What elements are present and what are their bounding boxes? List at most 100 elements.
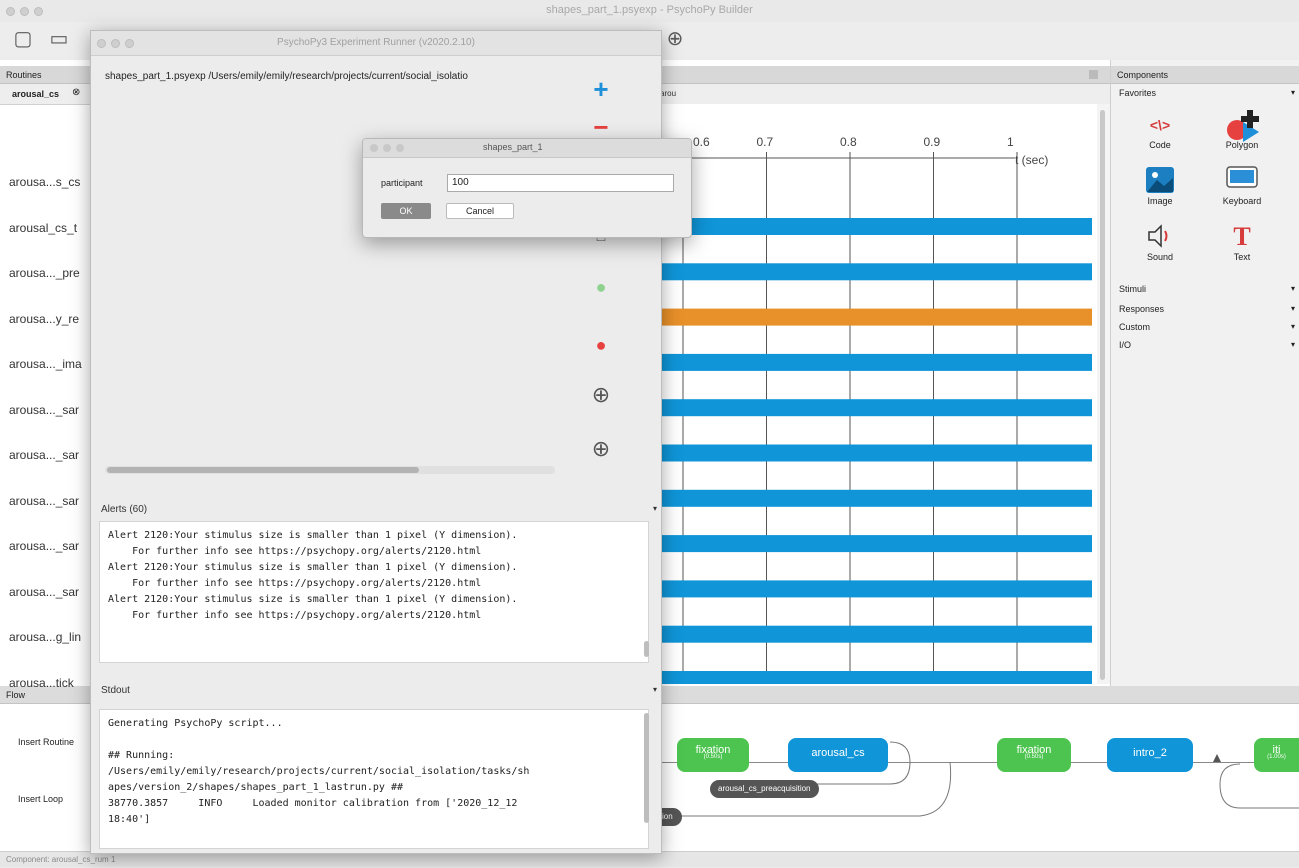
component-duration-bar[interactable] [661,218,1092,235]
component-duration-bar[interactable] [661,625,1092,643]
flow-loop-label[interactable]: arousal_cs_preacquisition [710,780,819,798]
tab-close-icon[interactable]: ⊗ [72,87,80,98]
stdout-line: Generating PsychoPy script... [108,718,283,729]
stdout-collapse-icon[interactable]: ▾ [653,685,657,694]
flow-routine-fixation[interactable]: fixation (0.50s) [677,738,749,772]
category-custom[interactable]: Custom ▾ [1119,322,1295,332]
runner-titlebar: PsychoPy3 Experiment Runner (v2020.2.10) [91,31,661,56]
stdout-line: 38770.3857 INFO Loaded monitor calibrati… [108,798,518,809]
timeline-scrollbar[interactable] [1097,104,1110,684]
timeline-unit-label: t (sec) [1015,153,1048,167]
routine-component-label[interactable]: arousa..._sar [9,585,79,599]
alerts-output[interactable]: Alert 2120:Your stimulus size is smaller… [99,521,649,663]
stdout-line: /Users/emily/emily/research/projects/cur… [108,766,530,777]
component-duration-bar[interactable] [661,353,1092,371]
component-duration-bar[interactable] [661,580,1092,598]
routine-component-label[interactable]: arousa..._pre [9,266,80,280]
component-duration-bar[interactable] [661,489,1092,507]
alerts-collapse-icon[interactable]: ▾ [653,504,657,513]
main-titlebar: shapes_part_1.psyexp - PsychoPy Builder [0,0,1299,22]
flow-routine-iti[interactable]: iti (1.00s) [1254,738,1299,772]
alert-line: For further info see https://psychopy.or… [108,610,482,621]
category-responses[interactable]: Responses ▾ [1119,304,1295,314]
code-icon: <\> [1149,117,1171,133]
insert-routine-button[interactable]: Insert Routine [18,737,74,747]
flow-routine-fixation-2[interactable]: fixation (0.50s) [997,738,1071,772]
component-duration-bar[interactable] [661,444,1092,462]
image-component[interactable]: Image [1125,166,1195,206]
stdout-output[interactable]: Generating PsychoPy script... ## Running… [99,709,649,849]
timeline-graphic: 0.6 0.7 0.8 0.9 1t (sec) [661,135,1092,684]
cancel-button[interactable]: Cancel [446,203,514,219]
flow-routine-arousal-cs[interactable]: arousal_cs [788,738,888,772]
run-online-globe-icon[interactable]: ⊕ [589,383,613,407]
panel-toggle-icon[interactable] [1089,70,1098,79]
component-duration-bar[interactable] [661,535,1092,553]
dialog-titlebar: shapes_part_1 [363,139,691,158]
favorites-arrow-icon[interactable]: ▾ [1291,88,1295,97]
timeline-tick-label: 1 [1007,135,1014,149]
chevron-down-icon: ▾ [1290,304,1295,313]
sound-component[interactable]: Sound [1125,222,1195,262]
flow-routine-duration: (0.50s) [1024,754,1044,760]
minimize-dialog-button[interactable] [383,144,391,152]
tab-arousal-cs-preacquisition[interactable]: arousal_cs_preacquisition [660,89,676,98]
category-stimuli[interactable]: Stimuli ▾ [1119,284,1295,294]
component-duration-bar[interactable] [661,263,1092,281]
category-io[interactable]: I/O ▾ [1119,340,1295,350]
insert-loop-button[interactable]: Insert Loop [18,794,63,804]
runner-horizontal-scrollbar[interactable] [105,466,555,474]
ok-button[interactable]: OK [381,203,431,219]
routine-component-label[interactable]: arousa..._sar [9,403,79,417]
dialog-title: shapes_part_1 [483,142,543,152]
stdout-scroll-thumb[interactable] [644,713,649,823]
flow-routine-intro-2[interactable]: intro_2 [1107,738,1193,772]
alerts-scroll-thumb[interactable] [644,641,649,657]
text-component[interactable]: T Text [1207,222,1277,262]
close-dialog-button[interactable] [370,144,378,152]
flow-loops [670,741,1299,817]
stdout-line: apes/version_2/shapes/shapes_part_1_last… [108,782,404,793]
alert-line: Alert 2120:Your stimulus size is smaller… [108,594,518,605]
timeline-scroll-thumb[interactable] [1100,110,1105,680]
keyboard-component[interactable]: Keyboard [1207,166,1277,206]
keyboard-icon [1207,166,1277,196]
participant-label: participant [381,178,423,188]
routine-component-label[interactable]: arousa..._ima [9,357,82,371]
favorites-label[interactable]: Favorites [1119,88,1156,98]
run-experiment-icon[interactable]: ● [589,275,613,299]
component-duration-bar[interactable] [661,308,1092,326]
stdout-line: ## Running: [108,750,175,761]
component-duration-bar[interactable] [661,399,1092,417]
runner-file-row[interactable]: shapes_part_1.psyexp /Users/emily/emily/… [105,71,468,82]
runner-title: PsychoPy3 Experiment Runner (v2020.2.10) [277,37,475,48]
code-component[interactable]: <\> Code [1125,110,1195,150]
image-label: Image [1147,196,1173,206]
component-duration-bar[interactable] [661,671,1092,684]
routine-component-label[interactable]: arousa..._sar [9,448,79,462]
new-file-icon[interactable]: ▢ [12,28,34,50]
runner-experiment-list[interactable]: shapes_part_1.psyexp /Users/emily/emily/… [101,61,556,511]
sync-online-globe-icon[interactable]: ⊕ [589,437,613,461]
routine-component-label[interactable]: arousa...s_cs [9,175,80,189]
routine-component-label[interactable]: arousa...tick [9,676,74,690]
participant-input[interactable]: 100 [447,174,674,192]
routines-header-label: Routines [6,70,42,80]
add-experiment-icon[interactable]: + [589,76,613,102]
routine-component-label[interactable]: arousa..._sar [9,494,79,508]
routine-component-label[interactable]: arousal_cs_t [9,221,77,235]
routine-component-label[interactable]: arousa...y_re [9,312,79,326]
zoom-dialog-button[interactable] [396,144,404,152]
stdout-line [108,732,640,748]
remove-experiment-icon[interactable]: − [589,121,613,133]
tab-arousal-cs[interactable]: arousal_cs [12,89,59,99]
routine-component-label[interactable]: arousa..._sar [9,539,79,553]
pavlovia-globe-icon[interactable]: ⊕ [664,28,686,50]
runner-scroll-thumb[interactable] [107,467,419,473]
stdout-line: 18:40'] [108,814,151,825]
timeline-tick-label: 0.9 [924,135,941,149]
routine-component-label[interactable]: arousa...g_lin [9,630,81,644]
open-file-icon[interactable]: ▭ [48,28,70,50]
polygon-component[interactable]: Polygon [1207,110,1277,150]
stop-experiment-icon[interactable]: ● [589,333,613,357]
